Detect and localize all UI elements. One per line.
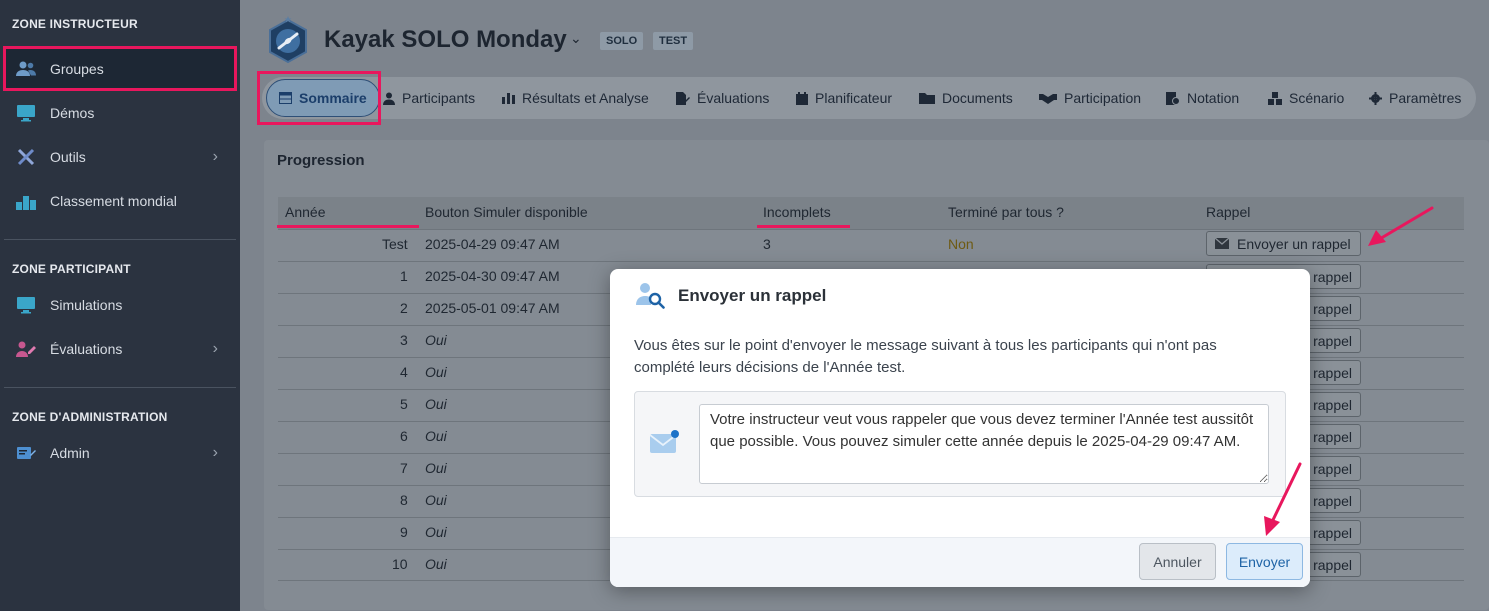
tab-documents[interactable]: Documents xyxy=(919,77,1013,119)
sidebar-item-evaluations[interactable]: Évaluations › xyxy=(4,329,236,369)
annotation-box-sommaire xyxy=(257,71,381,125)
sidebar-item-simulations[interactable]: Simulations xyxy=(4,285,236,325)
sidebar-item-admin[interactable]: Admin › xyxy=(4,433,236,473)
row-date: Oui xyxy=(425,428,447,444)
sidebar-item-label: Évaluations xyxy=(50,341,123,357)
row-year: 8 xyxy=(400,492,408,508)
chevron-right-icon: › xyxy=(212,444,218,461)
row-year: 10 xyxy=(392,556,408,572)
row-date: Oui xyxy=(425,332,447,348)
tab-parametres[interactable]: Paramètres xyxy=(1369,77,1461,119)
tab-notation[interactable]: Notation xyxy=(1166,77,1239,119)
user-icon xyxy=(383,92,395,105)
handshake-icon xyxy=(1039,92,1057,104)
bar-chart-icon xyxy=(502,92,515,104)
row-year: 9 xyxy=(400,524,408,540)
sidebar-item-outils[interactable]: Outils › xyxy=(4,137,236,177)
annotation-arrow-reminder xyxy=(1368,206,1434,246)
tab-planificateur[interactable]: Planificateur xyxy=(796,77,892,119)
annotation-underline-incomplets xyxy=(757,225,850,228)
chevron-down-icon[interactable]: ⌄ xyxy=(570,30,582,47)
col-annee[interactable]: Année xyxy=(285,204,325,220)
tag-test: TEST xyxy=(653,32,694,50)
annotation-arrow-send xyxy=(1264,462,1302,536)
row-date: 2025-04-30 09:47 AM xyxy=(425,268,560,284)
col-simuler[interactable]: Bouton Simuler disponible xyxy=(425,204,588,220)
sidebar: ZONE INSTRUCTEUR Groupes Démos Outils › … xyxy=(0,0,240,611)
sidebar-item-label: Admin xyxy=(50,445,90,461)
row-year: 5 xyxy=(400,396,408,412)
sidebar-item-label: Classement mondial xyxy=(50,193,177,209)
col-rappel: Rappel xyxy=(1206,204,1251,220)
tab-participation[interactable]: Participation xyxy=(1039,77,1141,119)
podium-icon xyxy=(16,191,36,211)
chevron-right-icon: › xyxy=(212,148,218,165)
admin-icon xyxy=(16,443,36,463)
sidebar-item-demos[interactable]: Démos xyxy=(4,93,236,133)
user-search-icon xyxy=(634,281,666,309)
row-date: Oui xyxy=(425,460,447,476)
tab-participants[interactable]: Participants xyxy=(383,77,475,119)
sidebar-divider xyxy=(4,239,236,240)
kayak-logo xyxy=(263,16,313,66)
zone-admin-title: ZONE D'ADMINISTRATION xyxy=(12,410,168,424)
page-title: Kayak SOLO Monday xyxy=(324,26,567,53)
folder-icon xyxy=(919,92,935,104)
row-date: Oui xyxy=(425,364,447,380)
zone-instructor-title: ZONE INSTRUCTEUR xyxy=(12,17,138,31)
cancel-button[interactable]: Annuler xyxy=(1139,543,1216,580)
row-year: 4 xyxy=(400,364,408,380)
row-year: 3 xyxy=(400,332,408,348)
tab-scenario[interactable]: Scénario xyxy=(1268,77,1344,119)
col-incomplets[interactable]: Incomplets xyxy=(763,204,831,220)
sidebar-item-classement[interactable]: Classement mondial xyxy=(4,181,236,221)
row-year: 7 xyxy=(400,460,408,476)
row-date: Oui xyxy=(425,492,447,508)
tab-evaluations[interactable]: Évaluations xyxy=(676,77,769,119)
row-date: Oui xyxy=(425,396,447,412)
sidebar-item-label: Outils xyxy=(50,149,86,165)
boxes-icon xyxy=(1268,91,1282,105)
row-year: Test xyxy=(382,236,408,252)
monitor-icon xyxy=(16,103,36,123)
envelope-icon xyxy=(1215,238,1229,249)
row-done: Non xyxy=(948,236,974,252)
sidebar-divider xyxy=(4,387,236,388)
reminder-modal: Envoyer un rappel Vous êtes sur le point… xyxy=(610,269,1310,587)
modal-message: Vous êtes sur le point d'envoyer le mess… xyxy=(634,337,1217,376)
sidebar-item-label: Démos xyxy=(50,105,95,121)
progression-title: Progression xyxy=(277,152,365,169)
row-date: 2025-05-01 09:47 AM xyxy=(425,300,560,316)
tag-solo: SOLO xyxy=(600,32,644,50)
sidebar-item-label: Simulations xyxy=(50,297,123,313)
row-date: Oui xyxy=(425,524,447,540)
monitor-icon xyxy=(16,295,36,315)
annotation-box-groupes xyxy=(3,46,237,91)
annotation-underline-annee xyxy=(277,225,419,228)
calendar-icon xyxy=(796,91,808,105)
evaluation-icon xyxy=(16,339,36,359)
row-year: 1 xyxy=(400,268,408,284)
reminder-message-textarea[interactable]: Votre instructeur veut vous rappeler que… xyxy=(699,404,1269,484)
chevron-right-icon: › xyxy=(212,340,218,357)
row-date: 2025-04-29 09:47 AM xyxy=(425,236,560,252)
row-year: 2 xyxy=(400,300,408,316)
mail-icon xyxy=(649,429,680,455)
zone-participant-title: ZONE PARTICIPANT xyxy=(12,262,131,276)
row-incomplete: 3 xyxy=(763,236,771,252)
send-button[interactable]: Envoyer xyxy=(1226,543,1303,580)
modal-title: Envoyer un rappel xyxy=(678,286,827,305)
col-termine[interactable]: Terminé par tous ? xyxy=(948,204,1064,220)
send-reminder-button[interactable]: Envoyer un rappel xyxy=(1206,231,1361,256)
tools-icon xyxy=(16,147,36,167)
tab-resultats[interactable]: Résultats et Analyse xyxy=(502,77,649,119)
gear-icon xyxy=(1369,91,1382,105)
edit-file-icon xyxy=(676,91,690,105)
grading-icon xyxy=(1166,91,1180,105)
row-year: 6 xyxy=(400,428,408,444)
row-date: Oui xyxy=(425,556,447,572)
